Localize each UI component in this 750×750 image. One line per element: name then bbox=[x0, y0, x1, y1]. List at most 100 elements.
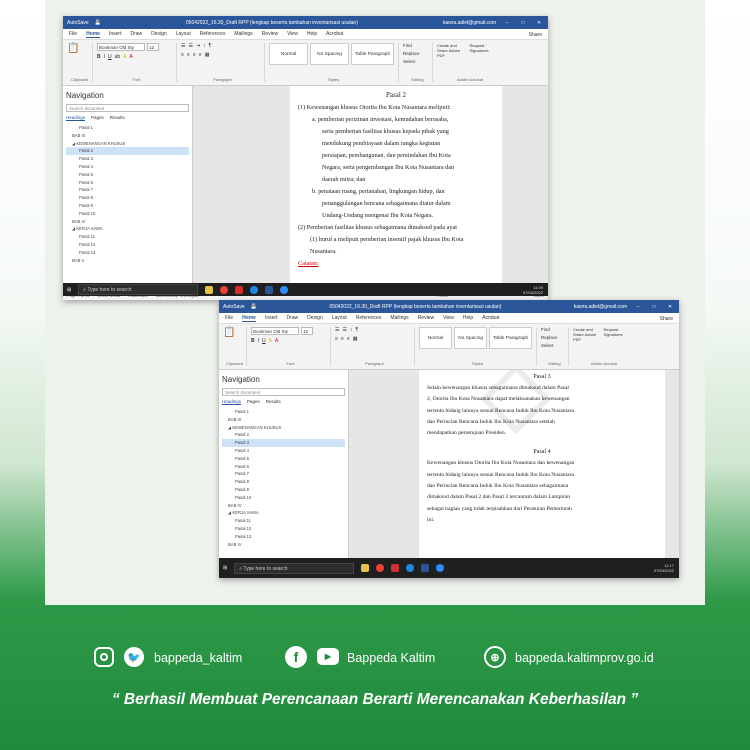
website-link[interactable]: bappeda.kaltimprov.go.id bbox=[515, 651, 654, 665]
menu-tab-draw[interactable]: Draw bbox=[286, 315, 298, 321]
menu-tab-view[interactable]: View bbox=[443, 315, 454, 321]
nav-heading-item[interactable]: Pasal 9 bbox=[222, 486, 345, 494]
chrome-icon[interactable] bbox=[376, 564, 385, 572]
nav-heading-item[interactable]: Pasal 8 bbox=[222, 478, 345, 486]
strikethrough-icon[interactable]: ab bbox=[115, 54, 121, 60]
menu-tab-help[interactable]: Help bbox=[463, 315, 473, 321]
find-button[interactable]: Find bbox=[403, 43, 428, 48]
menu-tab-file[interactable]: File bbox=[69, 31, 77, 37]
menu-tab-acrobat[interactable]: Acrobat bbox=[326, 31, 343, 37]
nav-heading-item[interactable]: ◢ KEWENANGAN KHUSUS bbox=[222, 424, 345, 432]
nav-heading-item[interactable]: Pasal 2 bbox=[66, 147, 189, 156]
search-input[interactable]: Search document bbox=[222, 388, 345, 396]
pdf-icon[interactable] bbox=[391, 564, 400, 572]
nav-heading-item[interactable]: Pasal 2 bbox=[222, 431, 345, 439]
style-normal[interactable]: Normal bbox=[419, 327, 453, 349]
select-button[interactable]: Select bbox=[403, 59, 428, 64]
share-button[interactable]: Share bbox=[660, 316, 673, 322]
nav-heading-item[interactable]: Pasal 13 bbox=[222, 533, 345, 541]
menu-tab-insert[interactable]: Insert bbox=[109, 31, 122, 37]
shading-icon[interactable]: ▦ bbox=[205, 52, 210, 58]
word-icon[interactable] bbox=[421, 564, 430, 572]
instagram-icon[interactable] bbox=[94, 647, 114, 667]
maximize-icon[interactable]: □ bbox=[518, 20, 528, 26]
facebook-icon[interactable]: f bbox=[285, 646, 307, 668]
nav-heading-item[interactable]: ◢ KERJA SAMA bbox=[66, 225, 189, 233]
menu-tab-design[interactable]: Design bbox=[307, 315, 323, 321]
find-button[interactable]: Find bbox=[541, 327, 564, 332]
replace-button[interactable]: Replace bbox=[403, 51, 428, 56]
menu-tab-insert[interactable]: Insert bbox=[265, 315, 278, 321]
style-table-paragraph[interactable]: Table Paragraph bbox=[351, 43, 394, 65]
nav-heading-item[interactable]: Pasal 9 bbox=[66, 202, 189, 210]
nav-heading-item[interactable]: Pasal 10 bbox=[222, 494, 345, 502]
align-left-icon[interactable]: ≡ bbox=[181, 52, 184, 58]
nav-heading-item[interactable]: Pasal 4 bbox=[66, 163, 189, 171]
font-size-box[interactable]: 12 bbox=[147, 43, 159, 51]
nav-heading-item[interactable]: Pasal 13 bbox=[66, 249, 189, 257]
minimize-icon[interactable]: – bbox=[502, 20, 512, 26]
menu-tab-mailings[interactable]: Mailings bbox=[234, 31, 252, 37]
taskbar-search[interactable]: ⌕ Type here to search bbox=[78, 284, 199, 295]
facebook-youtube-handle[interactable]: Bappeda Kaltim bbox=[347, 651, 435, 665]
share-button[interactable]: Share bbox=[529, 32, 542, 38]
select-button[interactable]: Select bbox=[541, 343, 564, 348]
font-size-box[interactable]: 12 bbox=[301, 327, 313, 335]
taskbar-search[interactable]: ⌕ Type here to search bbox=[234, 562, 355, 574]
minimize-icon[interactable]: – bbox=[633, 304, 643, 310]
windows-start-icon[interactable]: ⊞ bbox=[223, 565, 227, 571]
indent-icon[interactable]: ⇥ bbox=[196, 43, 200, 49]
style-table-paragraph[interactable]: Table Paragraph bbox=[489, 327, 532, 349]
font-color-icon[interactable]: A bbox=[275, 338, 278, 344]
windows-start-icon[interactable]: ⊞ bbox=[67, 287, 71, 293]
menu-tab-home[interactable]: Home bbox=[86, 31, 100, 38]
tab-headings[interactable]: Headings bbox=[66, 115, 86, 121]
menu-tab-layout[interactable]: Layout bbox=[332, 315, 347, 321]
zoom-icon[interactable] bbox=[280, 285, 289, 294]
justify-icon[interactable]: ≡ bbox=[347, 336, 350, 342]
nav-heading-item[interactable]: Pasal 6 bbox=[222, 463, 345, 471]
nav-heading-item[interactable]: Pasal 12 bbox=[222, 525, 345, 533]
style-no-spacing[interactable]: No Spacing bbox=[454, 327, 488, 349]
bold-icon[interactable]: B bbox=[251, 338, 255, 344]
autosave-label[interactable]: AutoSave bbox=[223, 304, 245, 310]
menu-tab-view[interactable]: View bbox=[287, 31, 298, 37]
sort-icon[interactable]: ↕ bbox=[203, 43, 206, 49]
zoom-icon[interactable] bbox=[436, 564, 445, 572]
font-name-box[interactable]: Bookman Old Sty bbox=[251, 327, 299, 335]
tab-results[interactable]: Results bbox=[266, 399, 281, 405]
close-icon[interactable]: ✕ bbox=[665, 304, 675, 310]
style-normal[interactable]: Normal bbox=[269, 43, 309, 65]
nav-heading-item[interactable]: Pasal 4 bbox=[222, 447, 345, 455]
nav-heading-item[interactable]: Pasal 12 bbox=[66, 241, 189, 249]
chrome-icon[interactable] bbox=[220, 285, 229, 294]
shading-icon[interactable]: ▦ bbox=[353, 336, 358, 342]
file-explorer-icon[interactable] bbox=[361, 564, 370, 572]
nav-heading-item[interactable]: BAB III bbox=[222, 416, 345, 424]
underline-icon[interactable]: U bbox=[262, 338, 266, 344]
tab-results[interactable]: Results bbox=[110, 115, 125, 121]
file-explorer-icon[interactable] bbox=[205, 285, 214, 294]
nav-heading-item[interactable]: Pasal 3 bbox=[222, 439, 345, 447]
nav-heading-item[interactable]: Pasal 7 bbox=[66, 186, 189, 194]
menu-tab-design[interactable]: Design bbox=[151, 31, 167, 37]
edge-icon[interactable] bbox=[406, 564, 415, 572]
pilcrow-icon[interactable]: ¶ bbox=[209, 43, 212, 49]
bold-icon[interactable]: B bbox=[97, 54, 101, 60]
tab-headings[interactable]: Headings bbox=[222, 399, 242, 405]
nav-heading-item[interactable]: Pasal 3 bbox=[66, 155, 189, 163]
paste-icon[interactable]: 📋 bbox=[67, 43, 88, 54]
nav-heading-item[interactable]: Pasal 5 bbox=[222, 455, 345, 463]
menu-tab-layout[interactable]: Layout bbox=[176, 31, 191, 37]
close-icon[interactable]: ✕ bbox=[534, 20, 544, 26]
align-left-icon[interactable]: ≡ bbox=[335, 336, 338, 342]
align-center-icon[interactable]: ≡ bbox=[341, 336, 344, 342]
nav-heading-item[interactable]: BAB IV bbox=[66, 218, 189, 226]
nav-heading-item[interactable]: BAB III bbox=[66, 132, 189, 140]
menu-tab-references[interactable]: References bbox=[200, 31, 226, 37]
nav-heading-item[interactable]: Pasal 1 bbox=[66, 124, 189, 132]
justify-icon[interactable]: ≡ bbox=[199, 52, 202, 58]
nav-heading-item[interactable]: Pasal 8 bbox=[66, 194, 189, 202]
bullets-icon[interactable]: ☰ bbox=[181, 43, 185, 49]
font-name-box[interactable]: Bookman Old Sty bbox=[97, 43, 145, 51]
